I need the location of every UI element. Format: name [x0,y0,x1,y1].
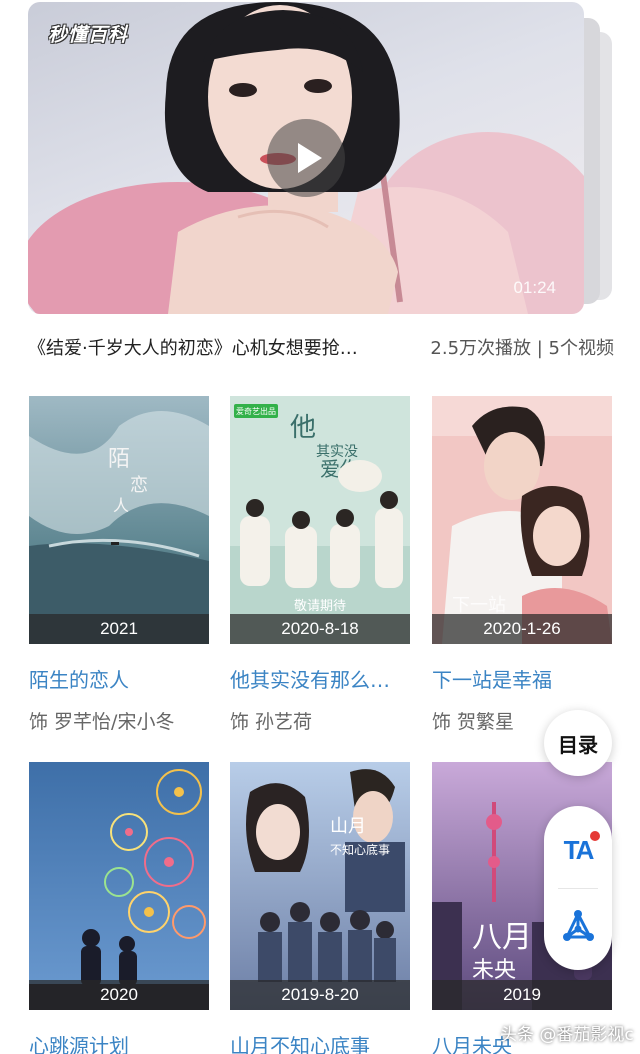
drama-card[interactable]: 山月 不知心底事 2019-8-20 山月不知心底事 [230,762,410,1054]
poster-image: 陌 恋 人 [29,396,209,644]
ta-button[interactable]: TA [544,820,612,880]
video-info-row: 《结爱·千岁大人的初恋》心机女想要抢… 2.5万次播放 | 5个视频 [28,332,614,362]
play-icon [297,143,322,173]
release-date: 2019 [432,980,612,1010]
drama-poster[interactable]: 山月 不知心底事 2019-8-20 [230,762,410,1010]
network-graph-icon [563,910,594,941]
release-date: 2021 [29,614,209,644]
video-stats: 2.5万次播放 | 5个视频 [430,338,614,359]
drama-poster[interactable]: 下一站 2020-1-26 [432,396,612,644]
video-card-stack[interactable]: 秒懂百科 01:24 [28,2,612,314]
drama-card[interactable]: 陌 恋 人 2021 陌生的恋人 饰 罗芊怡/宋小冬 [29,396,209,734]
poster-image [29,762,209,1010]
drama-card[interactable]: 下一站 2020-1-26 下一站是幸福 饰 贺繁星 [432,396,612,734]
relation-graph-button[interactable] [544,898,612,958]
svg-text:八月: 八月 [472,920,532,955]
drama-title[interactable]: 陌生的恋人 [29,664,209,693]
poster-image: 下一站 [432,396,612,644]
release-date: 2019-8-20 [230,980,410,1010]
drama-title[interactable]: 下一站是幸福 [432,664,612,693]
floating-action-panel: TA [544,806,612,970]
poster-title-text: 陌 [108,447,130,472]
drama-poster[interactable]: 爱奇艺出品 他 其实没 爱你 敬请期待 2020-8-18 [230,396,410,644]
ta-icon: TA [564,830,601,866]
svg-text:人: 人 [113,496,129,515]
svg-text:不知心底事: 不知心底事 [330,842,390,857]
release-date: 2020-8-18 [230,614,410,644]
svg-text:恋: 恋 [130,474,148,496]
table-of-contents-button[interactable]: 目录 [544,710,612,776]
svg-text:爱奇艺出品: 爱奇艺出品 [236,406,276,416]
source-attribution: 头条 @番茄影视c [500,1025,634,1045]
poster-image: 爱奇艺出品 他 其实没 爱你 敬请期待 [230,396,410,644]
drama-poster[interactable]: 2020 [29,762,209,1010]
drama-title[interactable]: 心跳源计划 [29,1030,209,1054]
svg-text:他: 他 [290,413,316,443]
drama-title[interactable]: 他其实没有那么… [230,664,410,693]
drama-role: 饰 罗芊怡/宋小冬 [29,711,175,733]
play-button[interactable] [267,119,345,197]
drama-card[interactable]: 爱奇艺出品 他 其实没 爱你 敬请期待 2020-8-18 他其实没有那么… 饰… [230,396,410,734]
svg-text:下一站: 下一站 [452,595,506,616]
poster-image: 山月 不知心底事 [230,762,410,1010]
drama-poster[interactable]: 陌 恋 人 2021 [29,396,209,644]
drama-card[interactable]: 2020 心跳源计划 [29,762,209,1054]
release-date: 2020-1-26 [432,614,612,644]
divider [558,888,598,889]
drama-title[interactable]: 山月不知心底事 [230,1030,410,1054]
video-thumbnail[interactable]: 秒懂百科 01:24 [28,2,584,314]
drama-role: 饰 孙艺荷 [230,711,313,733]
video-title[interactable]: 《结爱·千岁大人的初恋》心机女想要抢… [28,334,388,360]
release-date: 2020 [29,980,209,1010]
svg-text:山月: 山月 [330,816,366,837]
notification-dot [590,830,601,841]
video-watermark-logo: 秒懂百科 [48,24,129,46]
video-duration: 01:24 [513,278,556,297]
svg-text:敬请期待: 敬请期待 [294,598,346,614]
